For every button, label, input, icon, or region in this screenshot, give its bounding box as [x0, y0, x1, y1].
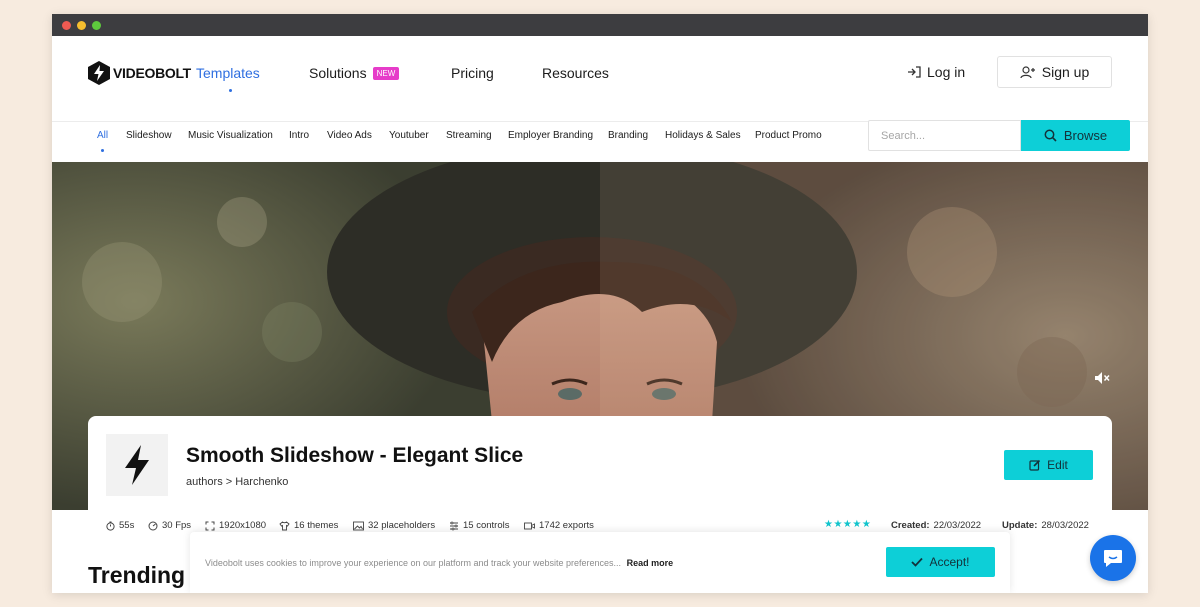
window-titlebar	[52, 14, 1148, 36]
login-link[interactable]: Log in	[907, 64, 965, 80]
cookie-text: Videobolt uses cookies to improve your e…	[205, 558, 673, 568]
category-slideshow[interactable]: Slideshow	[126, 130, 172, 141]
nav-resources[interactable]: Resources	[542, 65, 609, 81]
stat-placeholders-value: 32 placeholders	[368, 520, 436, 531]
logo-text: VIDEOBOLT	[113, 65, 191, 81]
stat-resolution-value: 1920x1080	[219, 520, 267, 531]
lightning-icon	[125, 445, 149, 485]
edit-label: Edit	[1047, 458, 1068, 472]
created-date: Created: 22/03/2022	[891, 520, 981, 531]
stat-duration-value: 55s	[119, 520, 135, 531]
bolt-logo-icon	[88, 61, 110, 85]
created-label: Created:	[891, 520, 930, 531]
top-navigation: VIDEOBOLT Templates Solutions NEW Pricing…	[52, 36, 1148, 122]
cookie-message: Videobolt uses cookies to improve your e…	[205, 558, 622, 568]
stat-controls: 15 controls	[449, 520, 509, 531]
expand-icon	[205, 521, 215, 530]
stat-exports-value: 1742 exports	[539, 520, 594, 531]
stat-placeholders: 32 placeholders	[353, 520, 435, 531]
nav-templates[interactable]: Templates	[196, 65, 260, 81]
stat-duration: 55s	[106, 520, 134, 531]
new-badge: NEW	[372, 67, 400, 80]
stat-controls-value: 15 controls	[463, 520, 510, 531]
nav-solutions[interactable]: Solutions NEW	[309, 65, 400, 81]
created-value: 22/03/2022	[933, 520, 982, 531]
rating-stars: ★★★★★	[824, 519, 872, 530]
template-title: Smooth Slideshow - Elegant Slice	[186, 444, 524, 467]
category-all[interactable]: All	[97, 130, 108, 141]
stat-themes: 16 themes	[279, 520, 338, 531]
browser-window: VIDEOBOLT Templates Solutions NEW Pricing…	[52, 14, 1148, 593]
browse-button[interactable]: Browse	[1021, 120, 1130, 151]
minimize-window-icon[interactable]	[77, 20, 86, 30]
template-author[interactable]: authors > Harchenko	[186, 476, 288, 488]
category-employer-branding[interactable]: Employer Branding	[508, 130, 593, 141]
gauge-icon	[148, 521, 158, 530]
cookie-banner: Videobolt uses cookies to improve your e…	[190, 532, 1010, 593]
category-intro[interactable]: Intro	[289, 130, 309, 141]
mute-icon[interactable]	[1094, 371, 1110, 385]
search-icon	[1044, 129, 1057, 142]
maximize-window-icon[interactable]	[92, 20, 101, 30]
image-icon	[353, 521, 364, 530]
edit-button[interactable]: Edit	[1004, 450, 1093, 480]
login-label: Log in	[927, 64, 966, 80]
stopwatch-icon	[106, 521, 115, 531]
signup-label: Sign up	[1041, 64, 1090, 80]
nav-pricing[interactable]: Pricing	[451, 65, 494, 81]
shirt-icon	[279, 520, 290, 530]
add-user-icon	[1020, 65, 1035, 78]
category-active-indicator	[101, 149, 104, 152]
update-label: Update:	[1002, 520, 1038, 531]
category-music-visualization[interactable]: Music Visualization	[188, 130, 273, 141]
signup-button[interactable]: Sign up	[997, 56, 1112, 88]
stat-resolution: 1920x1080	[205, 520, 266, 531]
updated-value: 28/03/2022	[1041, 520, 1089, 531]
edit-icon	[1029, 459, 1041, 471]
close-window-icon[interactable]	[62, 20, 71, 30]
accept-cookies-button[interactable]: Accept!	[886, 547, 995, 577]
sliders-icon	[450, 521, 458, 530]
check-icon	[911, 557, 924, 567]
template-thumbnail	[106, 434, 168, 496]
category-holidays-sales[interactable]: Holidays & Sales	[665, 130, 741, 141]
category-product-promo[interactable]: Product Promo	[755, 130, 822, 141]
chat-widget-button[interactable]	[1090, 535, 1136, 581]
nav-solutions-label: Solutions	[309, 65, 367, 81]
template-info-card: Smooth Slideshow - Elegant Slice authors…	[88, 416, 1112, 526]
updated-date: Update: 28/03/2022	[1002, 520, 1089, 531]
stat-themes-value: 16 themes	[294, 520, 339, 531]
category-youtuber[interactable]: Youtuber	[389, 130, 429, 141]
read-more-link[interactable]: Read more	[627, 558, 674, 568]
videobolt-logo[interactable]: VIDEOBOLT	[88, 61, 191, 85]
stat-exports: 1742 exports	[524, 520, 594, 531]
stat-fps-value: 30 Fps	[162, 520, 192, 531]
stat-fps: 30 Fps	[148, 520, 191, 531]
login-icon	[908, 66, 921, 78]
video-camera-icon	[524, 522, 535, 529]
category-branding[interactable]: Branding	[608, 130, 648, 141]
category-bar: All Slideshow Music Visualization Intro …	[52, 120, 1148, 162]
chat-icon	[1104, 550, 1122, 567]
accept-label: Accept!	[929, 555, 970, 569]
nav-active-indicator	[229, 89, 232, 92]
category-streaming[interactable]: Streaming	[446, 130, 492, 141]
search-input[interactable]	[868, 120, 1021, 151]
browse-label: Browse	[1063, 128, 1108, 143]
trending-heading: Trending	[88, 562, 186, 588]
category-video-ads[interactable]: Video Ads	[327, 130, 372, 141]
